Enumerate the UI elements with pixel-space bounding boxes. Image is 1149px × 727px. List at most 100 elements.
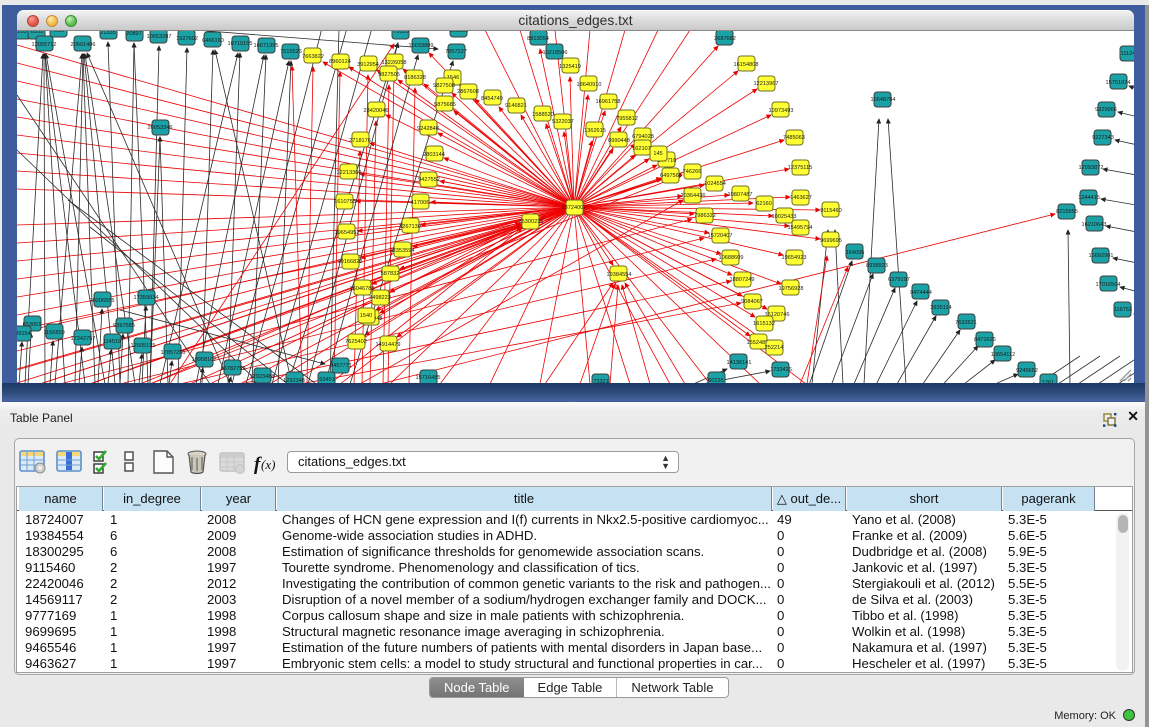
- svg-text:8215955: 8215955: [1056, 209, 1078, 215]
- svg-text:12093872: 12093872: [1079, 165, 1104, 171]
- svg-text:8813054: 8813054: [527, 36, 549, 42]
- svg-text:13226058: 13226058: [382, 60, 407, 66]
- svg-text:8355: 8355: [31, 31, 43, 35]
- svg-text:17359934: 17359934: [134, 295, 159, 301]
- svg-text:7485063: 7485063: [783, 135, 805, 141]
- svg-text:9474444: 9474444: [910, 290, 932, 296]
- svg-text:1325419: 1325419: [559, 64, 581, 70]
- svg-text:9827505: 9827505: [378, 72, 400, 78]
- svg-text:6794028: 6794028: [632, 134, 654, 140]
- svg-text:10688609: 10688609: [719, 255, 744, 261]
- svg-text:12505135: 12505135: [131, 343, 156, 349]
- svg-text:1362615: 1362615: [584, 128, 606, 134]
- svg-text:1610755: 1610755: [334, 199, 356, 205]
- svg-text:2867608: 2867608: [457, 89, 479, 95]
- svg-text:1615132: 1615132: [753, 321, 775, 327]
- svg-text:62160: 62160: [756, 201, 772, 207]
- svg-text:7663822: 7663822: [302, 54, 324, 60]
- svg-text:10973493: 10973493: [769, 108, 794, 114]
- svg-text:116753: 116753: [1114, 307, 1132, 313]
- svg-text:8990448: 8990448: [608, 138, 630, 144]
- svg-text:1244415: 1244415: [1078, 195, 1100, 201]
- svg-text:23420046: 23420046: [364, 108, 389, 114]
- svg-text:15495794: 15495794: [788, 225, 813, 231]
- svg-text:11124: 11124: [1121, 51, 1134, 57]
- svg-text:9227343: 9227343: [1092, 135, 1114, 141]
- svg-text:1024554: 1024554: [704, 181, 726, 187]
- svg-text:16782759: 16782759: [221, 366, 246, 372]
- svg-text:1733426: 1733426: [770, 367, 792, 373]
- svg-text:17342757: 17342757: [71, 336, 96, 342]
- svg-text:9427552: 9427552: [418, 177, 440, 183]
- svg-text:18807249: 18807249: [730, 277, 755, 283]
- svg-text:5875685: 5875685: [434, 102, 456, 108]
- svg-text:12055712: 12055712: [32, 42, 57, 48]
- svg-text:5322037: 5322037: [552, 119, 574, 125]
- svg-text:7632621: 7632621: [955, 320, 977, 326]
- svg-text:39154: 39154: [17, 331, 31, 337]
- svg-text:7857227: 7857227: [445, 49, 467, 55]
- svg-text:19218506: 19218506: [543, 50, 568, 56]
- svg-text:7986322: 7986322: [694, 213, 716, 219]
- svg-text:9827508: 9827508: [433, 83, 455, 89]
- svg-text:1261: 1261: [1042, 380, 1054, 383]
- svg-text:(x): (x): [261, 457, 275, 472]
- svg-text:164095: 164095: [846, 250, 865, 256]
- svg-text:105532: 105532: [450, 31, 469, 34]
- svg-text:3912954: 3912954: [357, 62, 379, 68]
- svg-text:20691406: 20691406: [71, 42, 96, 48]
- svg-text:15692901: 15692901: [1089, 253, 1114, 259]
- svg-text:12375115: 12375115: [788, 165, 812, 171]
- svg-text:10807487: 10807487: [728, 192, 753, 198]
- svg-text:8454749: 8454749: [481, 96, 503, 102]
- svg-text:12213369: 12213369: [337, 170, 362, 176]
- svg-text:1527602: 1527602: [176, 36, 198, 42]
- svg-text:75155: 75155: [393, 31, 409, 35]
- svg-text:10654112: 10654112: [991, 352, 1015, 358]
- svg-text:2718176: 2718176: [349, 138, 371, 144]
- svg-text:10653287: 10653287: [147, 34, 172, 40]
- svg-text:10025433: 10025433: [772, 214, 797, 220]
- svg-text:114519: 114519: [103, 339, 121, 345]
- svg-text:1463627: 1463627: [790, 195, 812, 201]
- svg-text:9245652: 9245652: [1016, 368, 1038, 374]
- svg-text:17016504: 17016504: [1096, 282, 1121, 288]
- svg-text:16210643: 16210643: [1082, 222, 1107, 228]
- svg-text:60235: 60235: [708, 378, 724, 383]
- svg-text:9115460: 9115460: [820, 208, 841, 214]
- svg-text:8938923: 8938923: [866, 263, 888, 269]
- svg-text:18724007: 18724007: [562, 205, 587, 211]
- svg-text:3498222: 3498222: [369, 295, 391, 301]
- svg-text:6379197: 6379197: [888, 277, 910, 283]
- svg-text:16961758: 16961758: [596, 99, 621, 105]
- svg-text:252214: 252214: [765, 345, 784, 351]
- svg-text:21335: 21335: [100, 31, 116, 36]
- svg-text:93451: 93451: [319, 377, 335, 383]
- svg-text:12213967: 12213967: [754, 81, 779, 87]
- svg-text:2935114: 2935114: [930, 305, 951, 311]
- svg-text:19384554: 19384554: [607, 272, 632, 278]
- svg-text:2687682: 2687682: [714, 36, 736, 42]
- svg-text:25300235: 25300235: [519, 219, 544, 225]
- svg-text:9699695: 9699695: [820, 238, 842, 244]
- svg-text:16671355: 16671355: [254, 43, 279, 49]
- svg-text:16033809: 16033809: [409, 43, 434, 49]
- svg-text:20053346: 20053346: [148, 125, 173, 131]
- svg-text:8471626: 8471626: [974, 337, 996, 343]
- svg-text:19654952: 19654952: [335, 230, 360, 236]
- svg-text:12923488: 12923488: [250, 374, 275, 380]
- svg-text:746266: 746266: [683, 169, 702, 175]
- svg-text:6466160: 6466160: [202, 38, 224, 44]
- svg-text:18640910: 18640910: [577, 82, 602, 88]
- svg-text:20206555: 20206555: [90, 298, 115, 304]
- svg-text:3267130: 3267130: [399, 224, 421, 230]
- svg-text:8186328: 8186328: [404, 75, 426, 81]
- svg-text:16648784: 16648784: [871, 97, 896, 103]
- svg-text:587832: 587832: [381, 271, 400, 277]
- svg-text:9242848: 9242848: [417, 126, 439, 132]
- svg-text:417006: 417006: [411, 200, 430, 206]
- svg-text:145: 145: [653, 151, 662, 157]
- svg-text:15751074: 15751074: [1106, 80, 1131, 86]
- svg-text:7580: 7580: [52, 31, 64, 34]
- svg-text:1156859: 1156859: [43, 330, 64, 336]
